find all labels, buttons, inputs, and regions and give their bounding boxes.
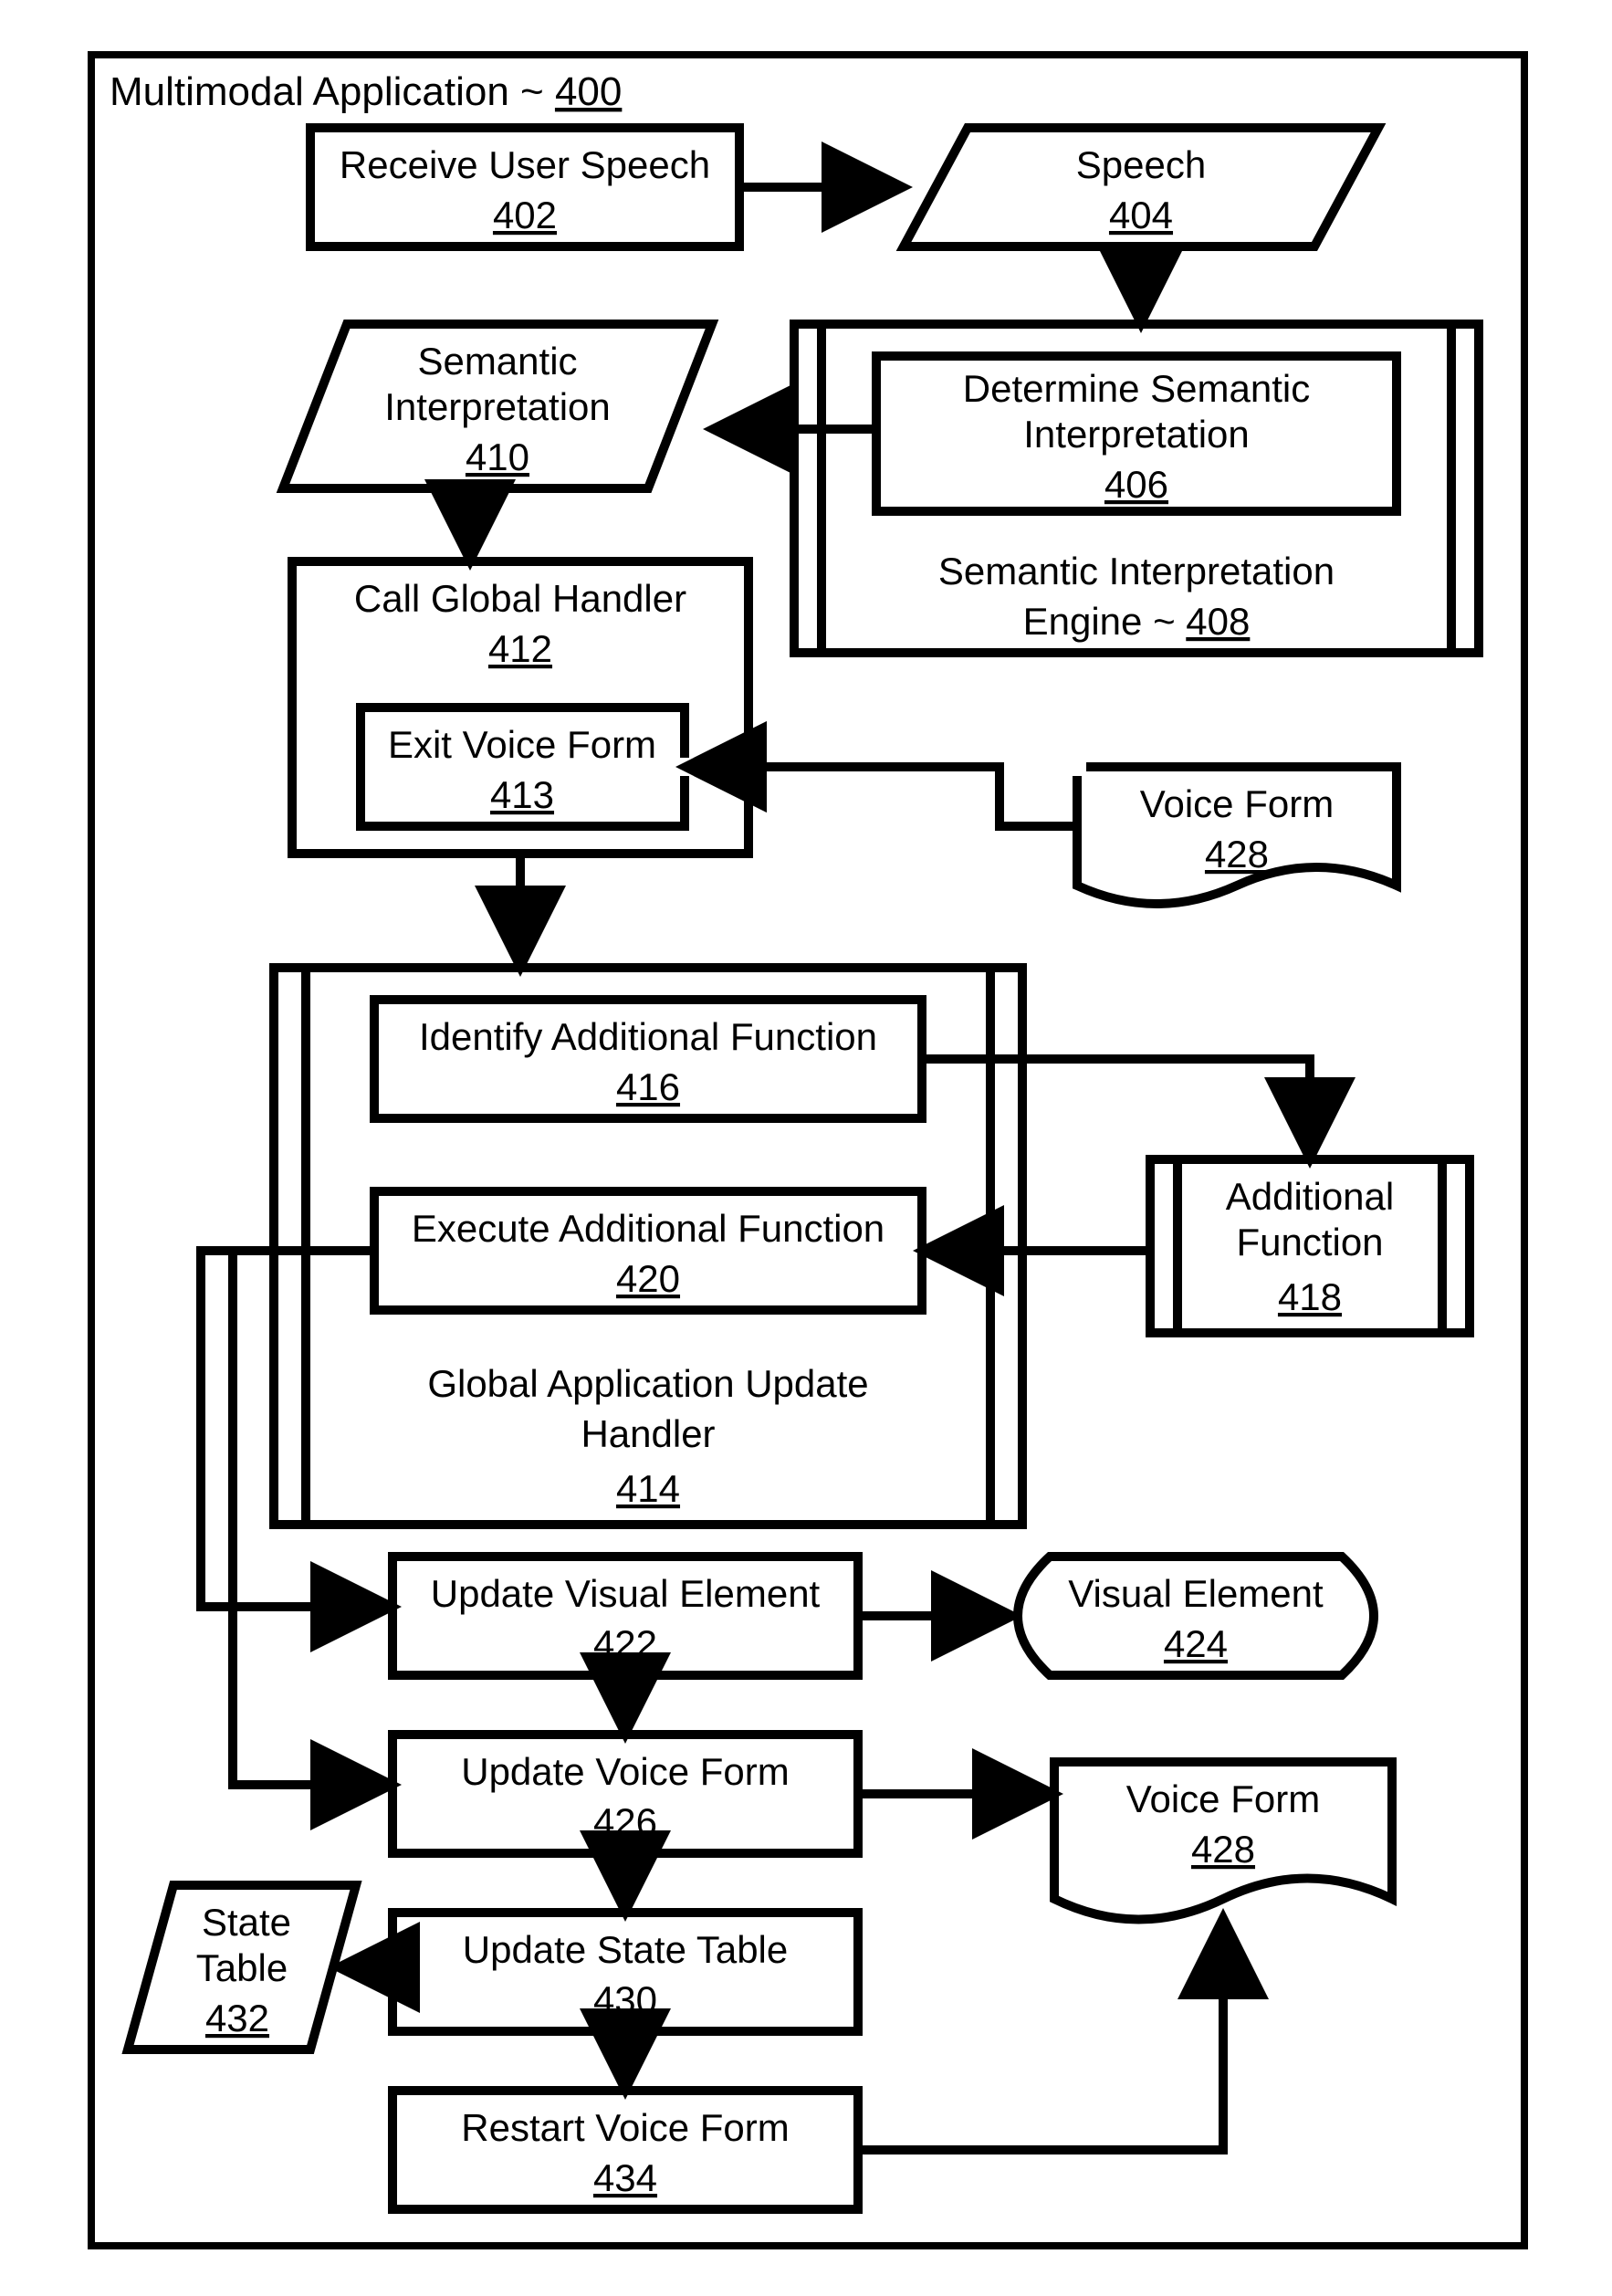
node-406-l1: Determine Semantic	[963, 367, 1310, 410]
node-416-l1: Identify Additional Function	[419, 1015, 877, 1058]
node-426-l1: Update Voice Form	[461, 1750, 790, 1793]
edge-434-428	[858, 1917, 1223, 2150]
node-420-ref: 420	[616, 1257, 680, 1300]
edge-420-426	[233, 1251, 393, 1785]
node-420-l1: Execute Additional Function	[412, 1207, 885, 1250]
node-413-ref: 413	[490, 773, 554, 816]
node-424-ref: 424	[1164, 1622, 1228, 1665]
node-428-bottom-l1: Voice Form	[1126, 1777, 1320, 1820]
node-413-l1: Exit Voice Form	[388, 723, 656, 766]
node-414-l1: Global Application Update	[427, 1362, 868, 1405]
node-410-ref: 410	[466, 435, 529, 478]
node-402-label: Receive User Speech	[340, 143, 710, 186]
node-430-ref: 430	[593, 1978, 657, 2021]
node-418-l1: Additional	[1226, 1175, 1394, 1218]
node-432-ref: 432	[205, 1997, 269, 2039]
node-428-bottom-ref: 428	[1191, 1828, 1255, 1871]
node-412-ref: 412	[488, 627, 552, 670]
flowchart: Multimodal Application ~ 400 Receive Use…	[0, 0, 1612, 2296]
node-404-ref: 404	[1109, 194, 1173, 236]
node-422-ref: 422	[593, 1622, 657, 1665]
node-428-top-l1: Voice Form	[1140, 782, 1334, 825]
node-426-ref: 426	[593, 1800, 657, 1843]
node-410-l1: Semantic	[417, 340, 577, 383]
node-404-label: Speech	[1076, 143, 1206, 186]
node-418-l2: Function	[1236, 1221, 1383, 1263]
node-410-l2: Interpretation	[384, 385, 611, 428]
node-432-l2: Table	[196, 1946, 288, 1989]
node-402-ref: 402	[493, 194, 557, 236]
title: Multimodal Application ~ 400	[110, 69, 622, 114]
node-434-ref: 434	[593, 2156, 657, 2199]
node-428-top-ref: 428	[1205, 833, 1269, 875]
node-414-l2: Handler	[581, 1412, 715, 1455]
node-418-ref: 418	[1278, 1275, 1342, 1318]
node-432-l1: State	[202, 1901, 291, 1944]
node-408-l2: Engine ~ 408	[1023, 600, 1251, 643]
node-434-l1: Restart Voice Form	[461, 2106, 789, 2149]
node-406-ref: 406	[1104, 463, 1168, 506]
node-414-ref: 414	[616, 1467, 680, 1510]
node-430-l1: Update State Table	[463, 1928, 789, 1971]
node-416-ref: 416	[616, 1065, 680, 1108]
node-406-l2: Interpretation	[1023, 413, 1250, 456]
node-412-l1: Call Global Handler	[354, 577, 686, 620]
node-424-l1: Visual Element	[1068, 1572, 1324, 1615]
node-408-l1: Semantic Interpretation	[938, 550, 1335, 592]
edge-416-418	[922, 1059, 1310, 1159]
node-422-l1: Update Visual Element	[431, 1572, 821, 1615]
